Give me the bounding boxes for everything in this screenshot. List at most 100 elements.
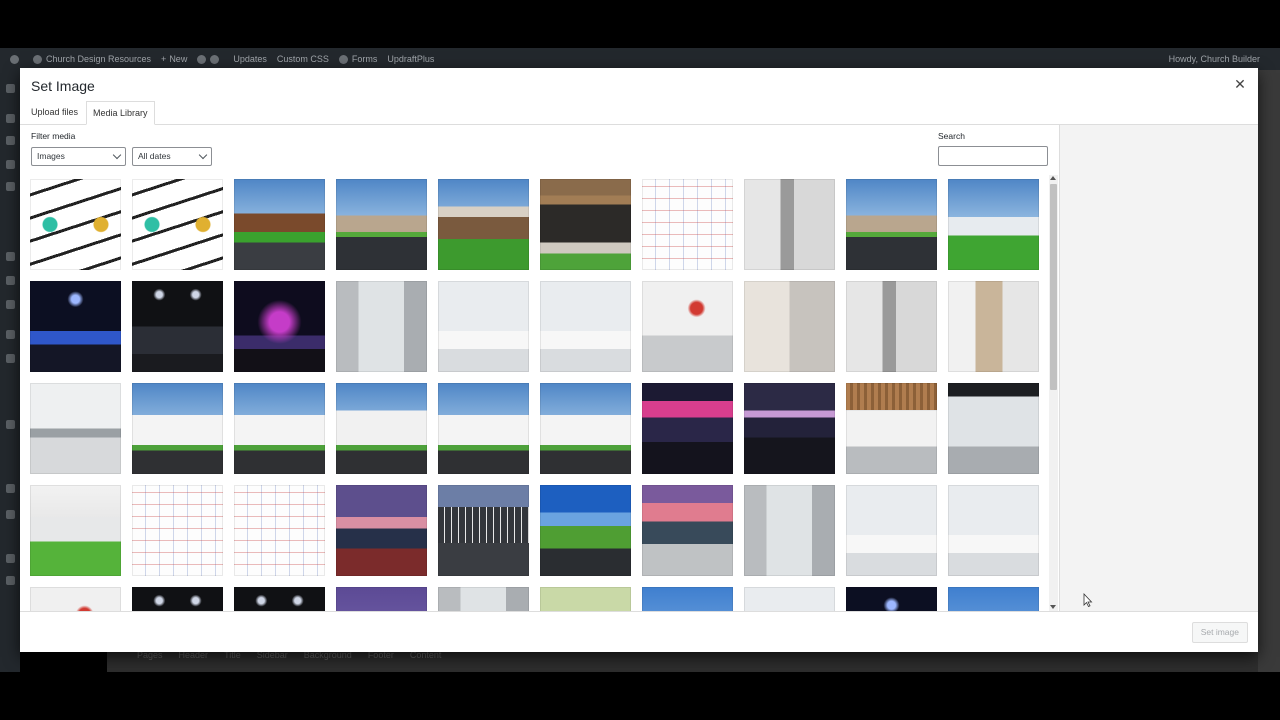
media-type-value: Images: [37, 151, 65, 161]
wordpress-logo[interactable]: [10, 54, 23, 64]
media-thumbnail[interactable]: [846, 587, 937, 611]
admin-bar-custom-css[interactable]: Custom CSS: [277, 54, 329, 64]
status-dot-icon: [210, 54, 220, 64]
media-thumbnail[interactable]: [948, 587, 1039, 611]
media-thumbnail[interactable]: [234, 383, 325, 474]
dashboard-icon[interactable]: [6, 84, 15, 93]
tools-icon[interactable]: [6, 330, 15, 339]
media-thumbnail[interactable]: [846, 383, 937, 474]
media-thumbnail[interactable]: [846, 281, 937, 372]
media-thumbnail[interactable]: [30, 383, 121, 474]
admin-bar-new[interactable]: + New: [161, 54, 187, 64]
media-thumbnail[interactable]: [642, 485, 733, 576]
close-button[interactable]: ✕: [1232, 76, 1248, 92]
search-input[interactable]: [938, 146, 1048, 166]
media-thumbnail[interactable]: [744, 587, 835, 611]
media-thumbnail[interactable]: [234, 587, 325, 611]
tab-upload-files[interactable]: Upload files: [25, 101, 84, 125]
extra-menu-icon-3[interactable]: [6, 576, 15, 585]
media-thumbnail[interactable]: [336, 485, 427, 576]
scroll-down-icon[interactable]: [1050, 605, 1056, 609]
appearance-icon[interactable]: [6, 252, 15, 261]
close-icon: ✕: [1234, 76, 1246, 92]
pages-icon[interactable]: [6, 160, 15, 169]
media-thumbnail[interactable]: [438, 281, 529, 372]
media-thumbnail[interactable]: [642, 281, 733, 372]
admin-sidebar-menu: [0, 70, 20, 672]
media-thumbnail[interactable]: [438, 179, 529, 270]
media-thumbnail[interactable]: [30, 485, 121, 576]
media-thumbnail[interactable]: [336, 179, 427, 270]
seo-icon[interactable]: [6, 420, 15, 429]
media-thumbnail[interactable]: [642, 383, 733, 474]
media-thumbnail[interactable]: [30, 179, 121, 270]
media-icon[interactable]: [6, 136, 15, 145]
media-thumbnail[interactable]: [438, 587, 529, 611]
media-thumbnail[interactable]: [744, 179, 835, 270]
media-thumbnail[interactable]: [948, 281, 1039, 372]
media-thumbnail[interactable]: [642, 179, 733, 270]
admin-bar-greeting[interactable]: Howdy, Church Builder: [1169, 54, 1260, 64]
media-thumbnail[interactable]: [234, 485, 325, 576]
extra-menu-icon[interactable]: [6, 510, 15, 519]
media-scrollbar[interactable]: [1049, 175, 1058, 611]
users-icon[interactable]: [6, 300, 15, 309]
modal-tabs: Upload files Media Library: [20, 101, 1258, 125]
media-thumbnail[interactable]: [540, 485, 631, 576]
media-thumbnail[interactable]: [846, 179, 937, 270]
media-thumbnail[interactable]: [948, 485, 1039, 576]
media-thumbnail[interactable]: [744, 281, 835, 372]
chevron-down-icon: [198, 150, 208, 160]
collapse-icon[interactable]: [6, 484, 15, 493]
media-thumbnail[interactable]: [540, 179, 631, 270]
media-thumbnail[interactable]: [540, 587, 631, 611]
media-thumbnail[interactable]: [132, 179, 223, 270]
chevron-down-icon: [112, 150, 122, 160]
media-thumbnail[interactable]: [30, 281, 121, 372]
new-label: New: [169, 54, 188, 64]
media-type-select[interactable]: Images: [31, 147, 126, 166]
media-thumbnail[interactable]: [132, 587, 223, 611]
media-thumbnail[interactable]: [744, 485, 835, 576]
scroll-up-icon[interactable]: [1050, 176, 1056, 180]
media-thumbnail[interactable]: [336, 383, 427, 474]
media-thumbnail[interactable]: [540, 383, 631, 474]
media-thumbnail[interactable]: [948, 383, 1039, 474]
settings-icon[interactable]: [6, 354, 15, 363]
media-thumbnail[interactable]: [234, 179, 325, 270]
admin-bar: Church Design Resources + New Updates Cus…: [0, 48, 1280, 70]
plugins-icon[interactable]: [6, 276, 15, 285]
media-thumbnail[interactable]: [132, 383, 223, 474]
admin-bar-site[interactable]: Church Design Resources: [33, 54, 151, 64]
extra-menu-icon-2[interactable]: [6, 554, 15, 563]
admin-bar-updates[interactable]: Updates: [233, 54, 267, 64]
media-thumbnail[interactable]: [744, 383, 835, 474]
forms-label: Forms: [351, 54, 378, 64]
filter-media-label: Filter media: [31, 131, 76, 141]
media-thumbnail[interactable]: [132, 485, 223, 576]
admin-bar-updraft[interactable]: UpdraftPlus: [387, 54, 434, 64]
scroll-thumb[interactable]: [1050, 184, 1057, 390]
mouse-cursor-icon: [1083, 593, 1093, 607]
media-thumbnail[interactable]: [132, 281, 223, 372]
set-image-button[interactable]: Set image: [1191, 622, 1248, 643]
comments-icon[interactable]: [6, 182, 15, 191]
date-filter-select[interactable]: All dates: [132, 147, 212, 166]
media-thumbnail[interactable]: [948, 179, 1039, 270]
posts-icon[interactable]: [6, 114, 15, 123]
media-thumbnail[interactable]: [642, 587, 733, 611]
tab-media-library[interactable]: Media Library: [86, 101, 155, 125]
media-thumbnail[interactable]: [336, 281, 427, 372]
media-thumbnail[interactable]: [336, 587, 427, 611]
admin-bar-yoast[interactable]: [197, 54, 223, 64]
media-thumbnail[interactable]: [438, 383, 529, 474]
media-thumbnail[interactable]: [846, 485, 937, 576]
admin-bar-forms[interactable]: Forms: [338, 54, 378, 64]
media-thumbnail[interactable]: [540, 281, 631, 372]
media-thumbnail[interactable]: [234, 281, 325, 372]
attachment-details-sidebar: [1059, 125, 1258, 611]
media-thumbnail[interactable]: [30, 587, 121, 611]
updates-label: Updates: [233, 54, 267, 64]
media-grid: [30, 178, 1048, 611]
media-thumbnail[interactable]: [438, 485, 529, 576]
